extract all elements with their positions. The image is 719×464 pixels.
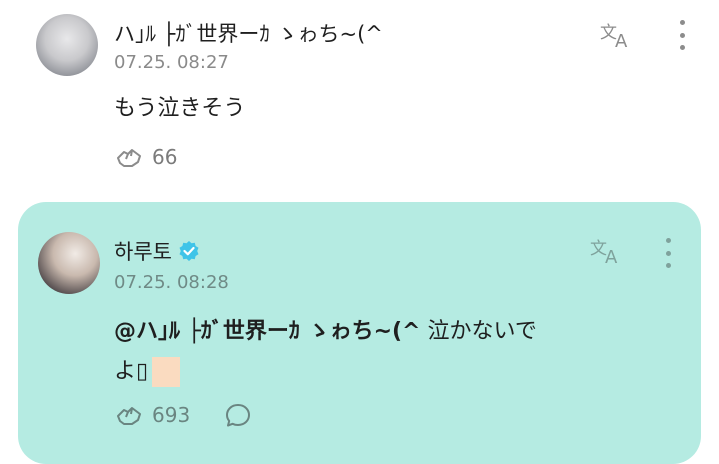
like-paw-icon: [117, 407, 141, 425]
verified-badge-icon: [179, 241, 199, 261]
avatar[interactable]: [36, 14, 98, 76]
comment-username[interactable]: ハ｣ﾙ ├ｶﾞ世界ーｶ ゝゎち~(^: [114, 18, 383, 48]
comment-body: もう泣きそう: [114, 96, 246, 121]
reply-username-row[interactable]: 하루토: [114, 236, 200, 266]
reply-timestamp: 07.25. 08:28: [114, 272, 229, 293]
like-button[interactable]: 693: [114, 402, 190, 428]
svg-text:A: A: [605, 247, 618, 266]
comment-item: ハ｣ﾙ ├ｶﾞ世界ーｶ ゝゎち~(^ 07.25. 08:27 もう泣きそう 文…: [0, 0, 719, 200]
reply-body: @ハ｣ﾙ ├ｶﾞ世界ーｶ ゝゎち~(^ 泣かないで よ▯: [114, 312, 537, 392]
avatar[interactable]: [38, 232, 100, 294]
reply-item: 하루토 07.25. 08:28 @ハ｣ﾙ ├ｶﾞ世界ーｶ ゝゎち~(^ 泣かな…: [18, 202, 701, 464]
more-vertical-icon[interactable]: [663, 238, 673, 268]
reply-body-line1: 泣かないで: [420, 319, 537, 344]
reply-body-line2: よ▯: [114, 359, 149, 384]
like-count: 66: [152, 145, 178, 169]
like-paw-icon: [117, 149, 141, 167]
more-vertical-icon[interactable]: [677, 20, 687, 50]
svg-text:A: A: [615, 31, 628, 50]
comment-bubble-icon[interactable]: [224, 402, 252, 430]
translate-icon[interactable]: 文 A: [590, 236, 624, 268]
translate-icon[interactable]: 文 A: [600, 20, 634, 52]
emoji-placeholder: [152, 357, 181, 387]
like-count: 693: [152, 403, 191, 427]
mention-link[interactable]: @ハ｣ﾙ ├ｶﾞ世界ーｶ ゝゎち~(^: [114, 319, 421, 344]
comment-timestamp: 07.25. 08:27: [114, 52, 229, 73]
like-button[interactable]: 66: [114, 144, 177, 170]
reply-username: 하루토: [114, 240, 172, 264]
